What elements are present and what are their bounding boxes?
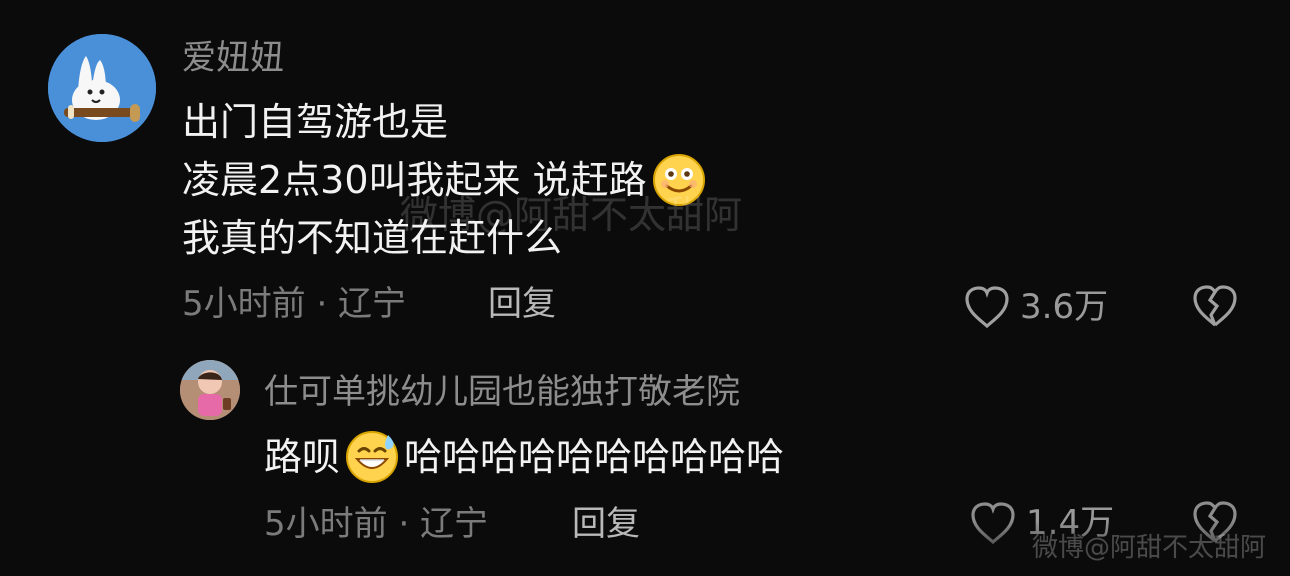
reply-like-count: 1.4万 xyxy=(1026,503,1115,543)
reply-body: 路呗 哈哈哈哈哈哈哈哈哈哈 xyxy=(264,428,784,486)
reply-button[interactable]: 回复 xyxy=(488,284,556,324)
reply-username[interactable]: 仕可单挑幼儿园也能独打敬老院 xyxy=(264,372,740,412)
comment-line: 出门自驾游也是 xyxy=(182,93,711,151)
sweat-smile-icon xyxy=(344,429,400,485)
reply-meta: 5小时前 · 辽宁 xyxy=(264,504,489,544)
reply-avatar-icon xyxy=(180,360,240,420)
comment-line-text: 出门自驾游也是 xyxy=(182,100,449,144)
comment-username[interactable]: 爱妞妞 xyxy=(182,38,284,78)
like-button[interactable]: 3.6万 xyxy=(962,284,1108,330)
reply-avatar[interactable] xyxy=(180,360,240,420)
avatar[interactable] xyxy=(48,34,156,142)
broken-heart-icon xyxy=(1193,285,1237,327)
reply-dislike-button[interactable] xyxy=(1189,498,1241,546)
reply-text-before: 路呗 xyxy=(264,435,341,479)
comment-line: 凌晨2点30叫我起来 说赶路 xyxy=(182,151,711,209)
reply-text-after: 哈哈哈哈哈哈哈哈哈哈 xyxy=(404,435,785,479)
comment-meta: 5小时前 · 辽宁 xyxy=(182,284,407,324)
reply-reply-button[interactable]: 回复 xyxy=(572,504,640,544)
avatar-icon xyxy=(48,34,156,142)
dislike-button[interactable] xyxy=(1189,282,1241,330)
broken-heart-icon xyxy=(1193,501,1237,543)
heart-icon xyxy=(968,500,1018,546)
like-count: 3.6万 xyxy=(1020,287,1109,327)
comment-body: 出门自驾游也是 凌晨2点30叫我起来 说赶路 我真的不知道在赶什么 xyxy=(182,93,711,267)
reply-line: 路呗 哈哈哈哈哈哈哈哈哈哈 xyxy=(264,428,784,486)
comment-line-text: 凌晨2点30叫我起来 说赶路 xyxy=(182,158,647,202)
comment-line: 我真的不知道在赶什么 xyxy=(182,209,711,267)
reply-like-button[interactable]: 1.4万 xyxy=(968,500,1114,546)
comment-line-text: 我真的不知道在赶什么 xyxy=(182,216,563,260)
smiley-icon xyxy=(651,152,707,208)
heart-icon xyxy=(962,284,1012,330)
